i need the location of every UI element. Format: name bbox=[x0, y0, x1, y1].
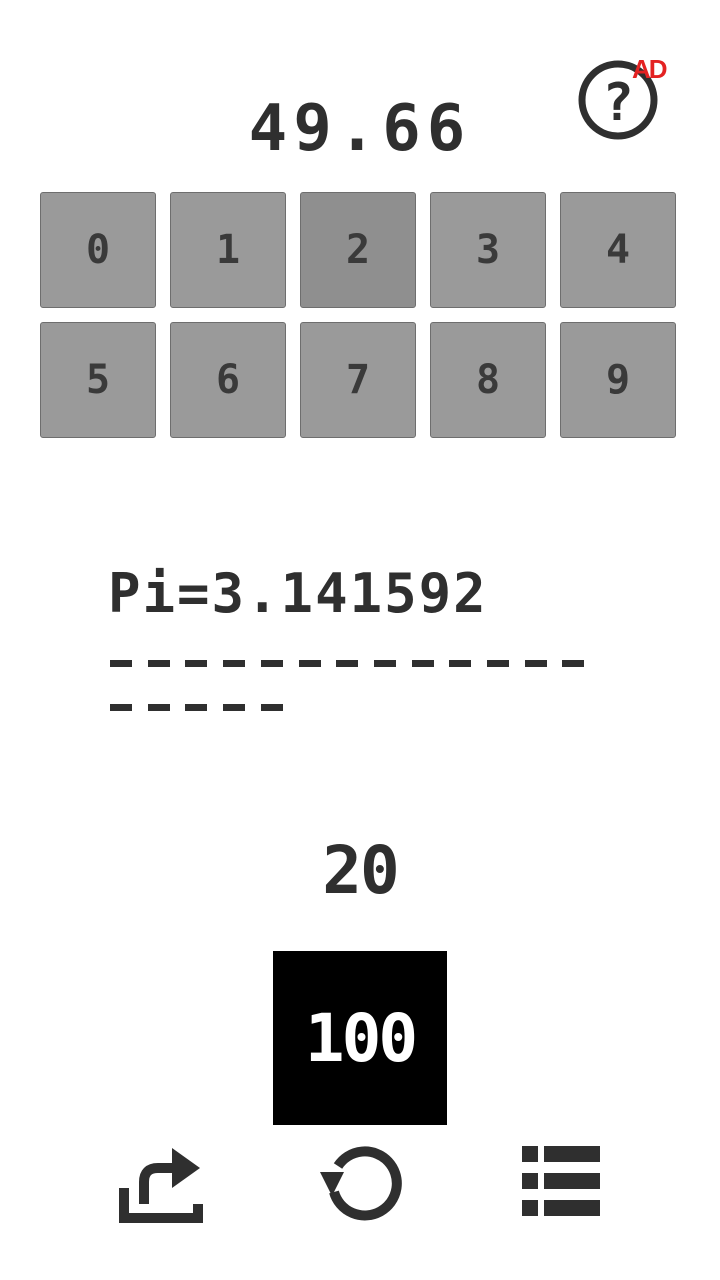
key-3[interactable]: 3 bbox=[430, 192, 546, 308]
svg-text:?: ? bbox=[602, 73, 633, 133]
key-9[interactable]: 9 bbox=[560, 322, 676, 438]
key-6[interactable]: 6 bbox=[170, 322, 286, 438]
answer-blank bbox=[411, 660, 434, 667]
answer-blank bbox=[373, 660, 396, 667]
answer-blank bbox=[260, 704, 283, 711]
menu-button[interactable] bbox=[520, 1144, 602, 1224]
restart-icon bbox=[320, 1146, 402, 1221]
key-2[interactable]: 2 bbox=[300, 192, 416, 308]
answer-blank bbox=[562, 660, 585, 667]
answer-blank bbox=[298, 660, 321, 667]
key-5[interactable]: 5 bbox=[40, 322, 156, 438]
share-icon bbox=[119, 1148, 203, 1223]
key-0[interactable]: 0 bbox=[40, 192, 156, 308]
current-score: 20 bbox=[322, 832, 399, 909]
answer-blank bbox=[223, 660, 246, 667]
answer-blank bbox=[336, 660, 359, 667]
key-7[interactable]: 7 bbox=[300, 322, 416, 438]
pi-prompt: Pi=3.141592 bbox=[108, 562, 488, 625]
list-menu-icon bbox=[522, 1146, 600, 1216]
key-4[interactable]: 4 bbox=[560, 192, 676, 308]
answer-blank bbox=[524, 660, 547, 667]
answer-blank bbox=[110, 660, 132, 667]
answer-blank bbox=[487, 660, 509, 667]
answer-blank bbox=[223, 704, 246, 711]
answer-blank bbox=[110, 704, 132, 711]
answer-blank bbox=[260, 660, 283, 667]
share-button[interactable] bbox=[118, 1142, 204, 1228]
key-1[interactable]: 1 bbox=[170, 192, 286, 308]
key-8[interactable]: 8 bbox=[430, 322, 546, 438]
restart-button[interactable] bbox=[318, 1140, 402, 1226]
ad-badge: AD bbox=[632, 54, 668, 84]
answer-blank bbox=[449, 660, 472, 667]
answer-blank bbox=[147, 704, 170, 711]
goal-box: 100 bbox=[273, 951, 447, 1125]
answer-blank bbox=[185, 704, 208, 711]
answer-blank bbox=[185, 660, 208, 667]
answer-blank bbox=[147, 660, 170, 667]
